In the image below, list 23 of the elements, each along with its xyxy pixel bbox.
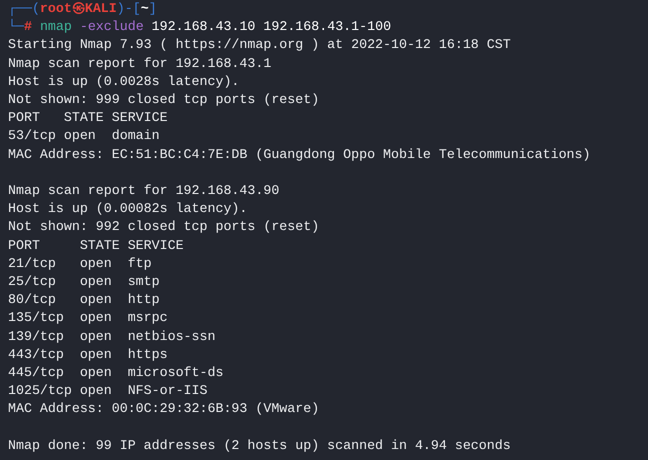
output-line: Starting Nmap 7.93 ( https://nmap.org ) at 2022-10-12 16:18 CST xyxy=(8,36,511,54)
output-line: 1025/tcp open NFS-or-IIS xyxy=(8,382,208,400)
output-line: Not shown: 999 closed tcp ports (reset) xyxy=(8,91,320,110)
output-line: PORT STATE SERVICE xyxy=(8,236,184,255)
output-line: Nmap done: 99 IP addresses (2 hosts up) scanned in 4.94 seconds xyxy=(8,436,511,455)
output-line: MAC Address: EC:51:BC:C4:7E:DB (Guangdong Oppo Mobile Telecommunications) xyxy=(8,146,590,164)
command-line: └─# nmap -exclude 192.168.43.10 192.168.43.1-100 xyxy=(8,18,392,36)
output-line: 80/tcp open http xyxy=(8,291,160,310)
output-line: 135/tcp open msrpc xyxy=(8,309,168,328)
output-line: Host is up (0.0028s latency). xyxy=(8,72,240,91)
output-line: 443/tcp open https xyxy=(8,346,168,364)
output-line: 25/tcp open smtp xyxy=(8,273,160,292)
output-line: Nmap scan report for 192.168.43.90 xyxy=(8,182,280,200)
output-line: 53/tcp open domain xyxy=(8,127,160,146)
output-line: 139/tcp open netbios-ssn xyxy=(8,328,216,346)
output-line: 445/tcp open microsoft-ds xyxy=(8,364,224,382)
output-line: 21/tcp open ftp xyxy=(8,254,152,273)
output-line: Nmap scan report for 192.168.43.1 xyxy=(8,54,272,73)
output-line: Not shown: 992 closed tcp ports (reset) xyxy=(8,218,320,236)
output-line: Host is up (0.00082s latency). xyxy=(8,200,248,218)
output-line: MAC Address: 00:0C:29:32:6B:93 (VMware) xyxy=(8,400,320,418)
output-line: PORT STATE SERVICE xyxy=(8,109,168,128)
prompt-line: ┌──(root㉿KALI)-[~] xyxy=(8,0,157,18)
